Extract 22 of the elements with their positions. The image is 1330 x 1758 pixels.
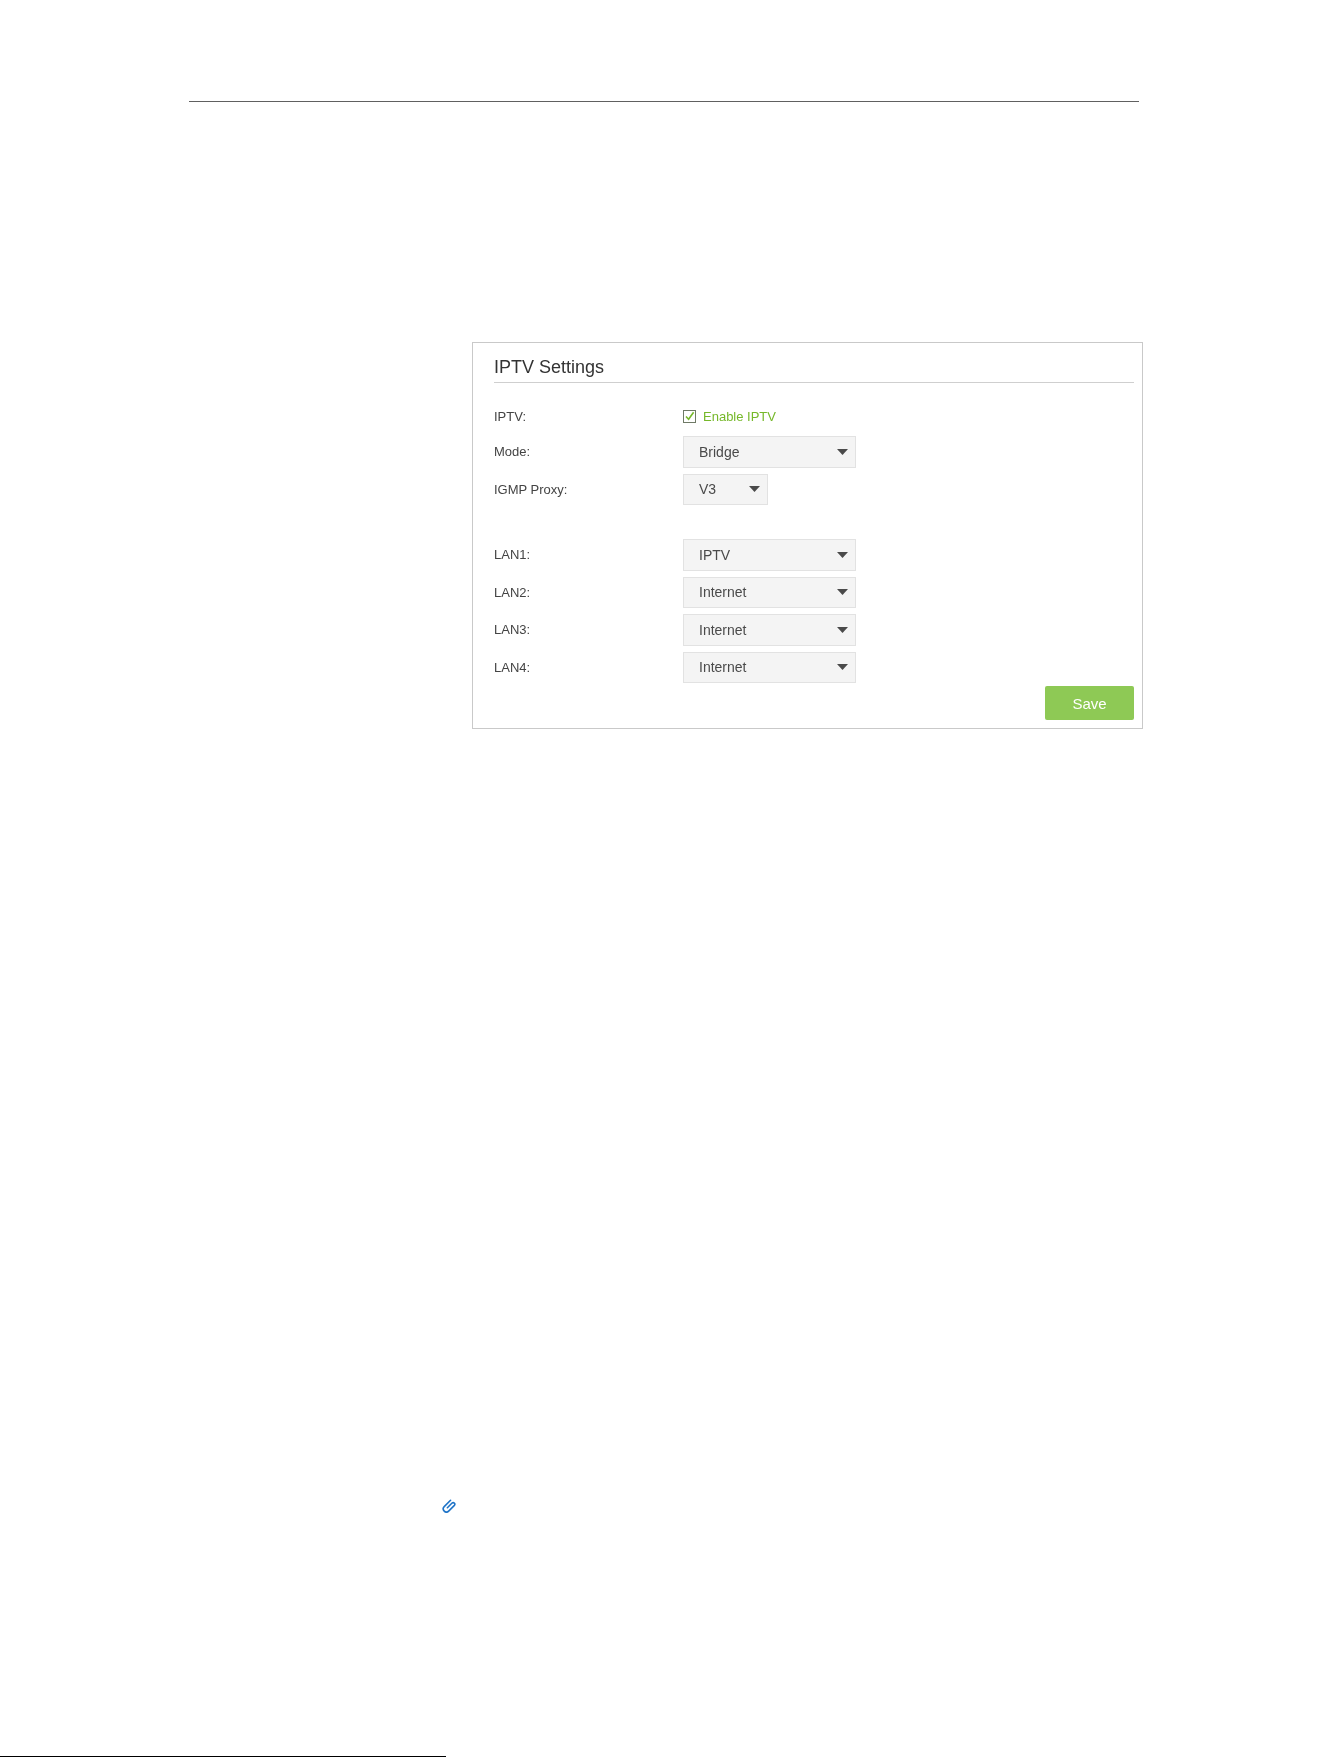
field-label: IPTV: (494, 408, 527, 424)
dropdown[interactable]: Internet (683, 576, 856, 608)
dropdown[interactable]: V3 (683, 473, 768, 505)
caret-icon (749, 486, 760, 493)
checkbox[interactable] (683, 409, 696, 423)
field-label: LAN4: (494, 659, 531, 675)
caret-icon (837, 448, 848, 455)
field-label: LAN3: (494, 622, 531, 638)
caret-icon (837, 589, 848, 596)
caret-icon (837, 664, 848, 671)
dropdown[interactable]: Internet (683, 614, 856, 646)
dropdown[interactable]: IPTV (683, 539, 856, 571)
field-label: Mode: (494, 444, 531, 460)
field-label: IGMP Proxy: (494, 481, 568, 497)
caret-icon (837, 551, 848, 558)
caret-icon (837, 626, 848, 633)
panel-title: IPTV Settings (494, 356, 605, 378)
field-label: LAN2: (494, 584, 531, 600)
paperclip-icon (442, 1499, 457, 1513)
dropdown[interactable]: Internet (683, 651, 856, 683)
dropdown[interactable]: Bridge (683, 436, 856, 468)
field-label: LAN1: (494, 547, 531, 563)
